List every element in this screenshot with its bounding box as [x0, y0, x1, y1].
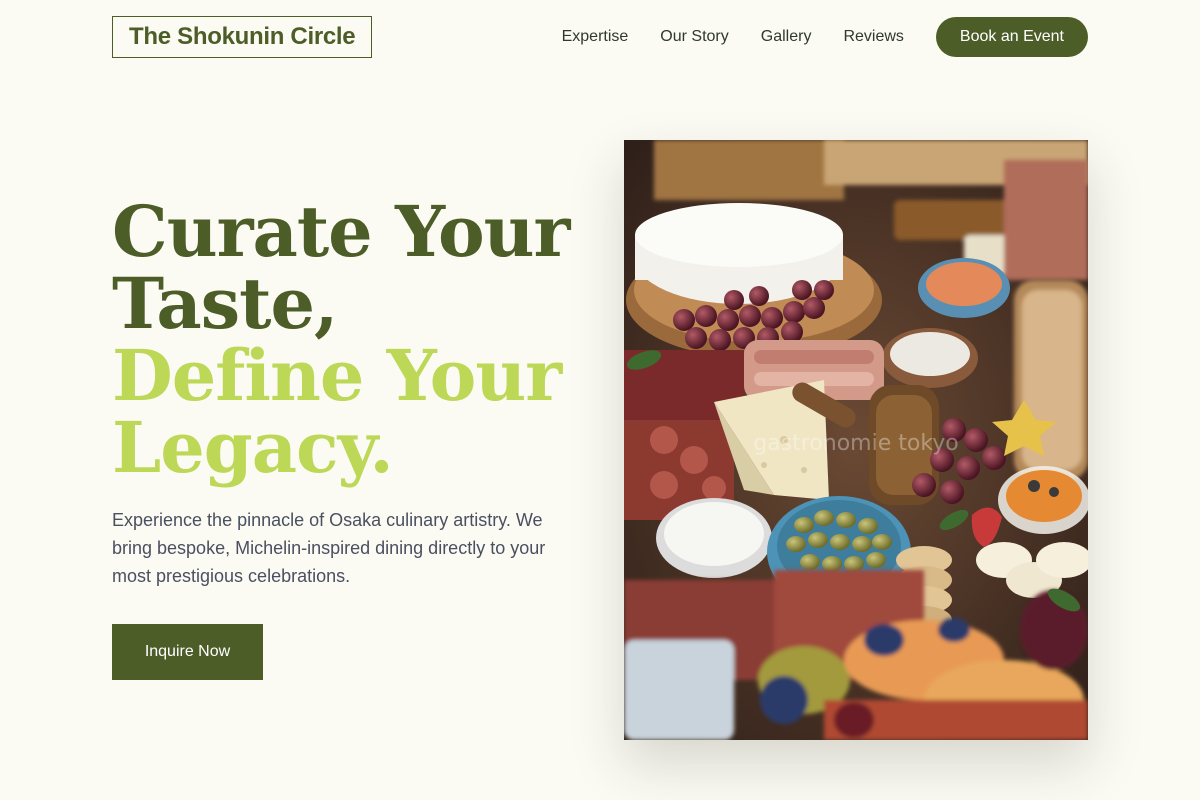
image-watermark: gastronomie tokyo [753, 431, 959, 456]
nav-link-reviews[interactable]: Reviews [843, 28, 903, 46]
landing-page: The Shokunin Circle Expertise Our Story … [0, 0, 1200, 800]
main-nav: Expertise Our Story Gallery Reviews Book… [562, 17, 1088, 57]
nav-link-gallery[interactable]: Gallery [761, 28, 812, 46]
inquire-now-button[interactable]: Inquire Now [112, 624, 263, 680]
headline-line-2: Taste, [112, 262, 338, 345]
nav-link-our-story[interactable]: Our Story [660, 28, 728, 46]
nav-link-expertise[interactable]: Expertise [562, 28, 629, 46]
hero-headline: Curate Your Taste, Define Your Legacy. [112, 196, 572, 484]
charcuterie-board-illustration: gastronomie tokyo [624, 140, 1088, 740]
hero-description: Experience the pinnacle of Osaka culinar… [112, 510, 546, 586]
hero-food-image: gastronomie tokyo [624, 140, 1088, 740]
headline-line-1: Curate Your [112, 190, 570, 273]
book-event-button[interactable]: Book an Event [935, 17, 1088, 57]
site-header: The Shokunin Circle Expertise Our Story … [112, 16, 1088, 58]
brand-logo[interactable]: The Shokunin Circle [112, 16, 373, 58]
headline-line-3: Define Your [112, 334, 562, 417]
hero-section: Curate Your Taste, Define Your Legacy. E… [112, 196, 572, 680]
headline-line-4: Legacy. [112, 406, 394, 489]
